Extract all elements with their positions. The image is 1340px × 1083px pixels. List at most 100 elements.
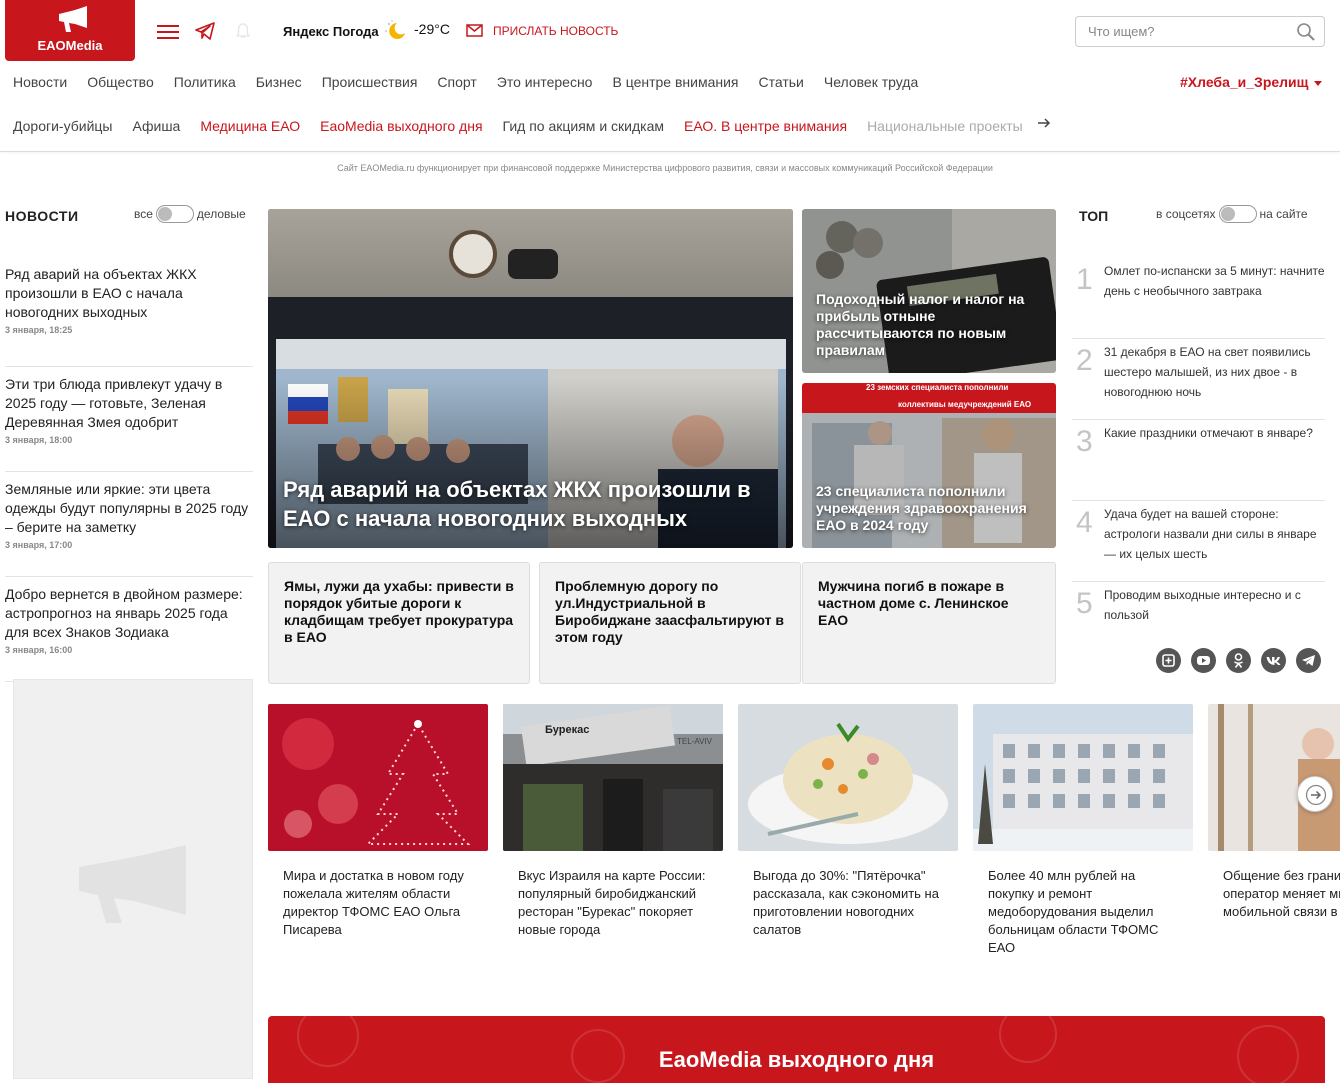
nav-item-national-projects[interactable]: Национальные проекты <box>867 118 1023 134</box>
top-rank: 1 <box>1076 263 1093 296</box>
odnoklassniki-icon[interactable] <box>1226 648 1251 673</box>
side-card-2-banner-bottom: коллективы медучреждений ЕАО <box>898 400 1032 409</box>
news-item-title: Эти три блюда привлекут удачу в 2025 год… <box>5 376 223 430</box>
carousel-card-title: Мира и достатка в новом году пожелала жи… <box>283 868 464 937</box>
list-item[interactable]: 1 Омлет по-испански за 5 минут: начните … <box>1072 258 1325 339</box>
toggle-switch[interactable] <box>1218 205 1257 223</box>
top-item-title: Удача будет на вашей стороне: астрологи … <box>1104 507 1317 561</box>
arrow-right-icon <box>1305 784 1327 806</box>
nav-item-weekend[interactable]: EaoMedia выходного дня <box>320 118 482 134</box>
vk-icon[interactable] <box>1261 648 1286 673</box>
side-card-2-headline: 23 специалиста пополнили учреждения здра… <box>816 483 1027 533</box>
hashtag-label: #Хлеба_и_Зрелищ <box>1180 74 1309 90</box>
banner-title: EaoMedia выходного дня <box>658 1047 935 1072</box>
toggle-label-site: на сайте <box>1259 207 1308 221</box>
carousel-next-button[interactable] <box>1297 776 1333 812</box>
weekend-banner[interactable]: EaoMedia выходного дня <box>268 1016 1325 1083</box>
top-rank: 4 <box>1076 506 1093 539</box>
restaurant-sign-city: TEL-AVIV <box>677 737 712 746</box>
secondary-nav: Дороги-убийцы Афиша Медицина ЕАО EaoMedi… <box>13 118 1023 134</box>
news-item-title: Ряд аварий на объектах ЖКХ произошли в Е… <box>5 266 197 320</box>
headline-card-1[interactable]: Ямы, лужи да ухабы: привести в порядок у… <box>268 562 530 684</box>
list-item[interactable]: Добро вернется в двойном размере: астроп… <box>5 577 253 682</box>
headline-card-3[interactable]: Мужчина погиб в пожаре в частном доме с.… <box>802 562 1056 684</box>
nav-item-sport[interactable]: Спорт <box>437 74 476 90</box>
carousel-card[interactable]: Общение без границ: сотовый оператор мен… <box>1208 704 1340 921</box>
toggle-switch[interactable] <box>155 205 194 223</box>
top-item-title: Проводим выходные интересно и с пользой <box>1104 588 1301 622</box>
megaphone-icon <box>59 6 87 32</box>
building-photo <box>973 704 1193 851</box>
carousel-card[interactable]: Бурекас TEL-AVIV Вкус Израиля на карте Р… <box>503 704 723 939</box>
news-item-title: Добро вернется в двойном размере: астроп… <box>5 586 243 640</box>
plus-circle-icon[interactable] <box>1156 648 1181 673</box>
top-item-title: Какие праздники отмечают в январе? <box>1104 426 1313 440</box>
carousel-card[interactable]: Мира и достатка в новом году пожелала жи… <box>268 704 488 939</box>
carousel-card-title: Более 40 млн рублей на покупку и ремонт … <box>988 868 1159 955</box>
search-icon[interactable] <box>1296 22 1316 42</box>
news-carousel: Мира и достатка в новом году пожелала жи… <box>268 704 1340 964</box>
list-item[interactable]: 4 Удача будет на вашей стороне: астролог… <box>1072 501 1325 582</box>
telegram-icon[interactable] <box>195 22 215 40</box>
feature-side-card-1[interactable]: Подоходный налог и налог на прибыль отны… <box>802 209 1056 373</box>
toggle-label-all: все <box>134 207 153 221</box>
restaurant-sign: Бурекас <box>545 724 590 736</box>
news-item-title: Земляные или яркие: эти цвета одежды буд… <box>5 481 249 535</box>
menu-burger-icon[interactable] <box>157 25 179 39</box>
nav-item-focus[interactable]: В центре внимания <box>612 74 738 90</box>
nav-item-business[interactable]: Бизнес <box>256 74 302 90</box>
list-item[interactable]: 2 31 декабря в ЕАО на свет появились шес… <box>1072 339 1325 420</box>
weather-temperature: -29°C <box>414 21 450 37</box>
search-input[interactable] <box>1088 17 1288 46</box>
news-filter-toggle[interactable]: все деловые <box>134 205 246 223</box>
nav-item-afisha[interactable]: Афиша <box>132 118 180 134</box>
nav-item-interesting[interactable]: Это интересно <box>497 74 593 90</box>
nav-item-medicine[interactable]: Медицина ЕАО <box>200 118 300 134</box>
telegram-icon[interactable] <box>1296 648 1321 673</box>
feature-headline: Ряд аварий на объектах ЖКХ произошли в Е… <box>283 477 751 531</box>
site-logo[interactable]: EAOMedia <box>5 0 135 61</box>
hashtag-dropdown[interactable]: #Хлеба_и_Зрелищ <box>1180 74 1323 90</box>
top-rank: 2 <box>1076 344 1093 377</box>
list-item[interactable]: 3 Какие праздники отмечают в январе? <box>1072 420 1325 501</box>
send-news-link[interactable]: ПРИСЛАТЬ НОВОСТЬ <box>493 24 618 38</box>
funding-notice: Сайт EAOMedia.ru функционирует при финан… <box>337 163 993 173</box>
bell-icon[interactable] <box>236 23 250 39</box>
youtube-icon[interactable] <box>1191 648 1216 673</box>
carousel-card[interactable]: Более 40 млн рублей на покупку и ремонт … <box>973 704 1193 957</box>
carousel-card[interactable]: Выгода до 30%: "Пятёрочка" рассказала, к… <box>738 704 958 939</box>
carousel-card-title: Вкус Израиля на карте России: популярный… <box>518 868 706 937</box>
list-item[interactable]: Ряд аварий на объектах ЖКХ произошли в Е… <box>5 262 253 367</box>
nav-item-incidents[interactable]: Происшествия <box>322 74 418 90</box>
carousel-card-title: Выгода до 30%: "Пятёрочка" рассказала, к… <box>753 868 939 937</box>
news-section-title: НОВОСТИ <box>5 208 79 224</box>
search-box <box>1075 16 1325 47</box>
mail-icon[interactable] <box>466 24 483 37</box>
weather-brand[interactable]: Яндекс Погода <box>283 24 379 39</box>
nav-item-labor[interactable]: Человек труда <box>824 74 918 90</box>
main-feature-card[interactable]: Ряд аварий на объектах ЖКХ произошли в Е… <box>268 209 793 548</box>
toggle-label-social: в соцсетях <box>1156 207 1216 221</box>
top-item-title: 31 декабря в ЕАО на свет появились шесте… <box>1104 345 1311 399</box>
headline-card-title: Проблемную дорогу по ул.Индустриальной в… <box>555 578 784 645</box>
list-item[interactable]: Земляные или яркие: эти цвета одежды буд… <box>5 472 253 577</box>
nav-item-deals[interactable]: Гид по акциям и скидкам <box>503 118 664 134</box>
nav-item-roads[interactable]: Дороги-убийцы <box>13 118 112 134</box>
social-links <box>1156 648 1321 673</box>
side-card-1-headline: Подоходный налог и налог на прибыль отны… <box>816 291 1025 358</box>
list-item[interactable]: Эти три блюда привлекут удачу в 2025 год… <box>5 367 253 472</box>
logo-text: EAOMedia <box>37 38 103 53</box>
nav-item-society[interactable]: Общество <box>87 74 154 90</box>
arrow-right-icon[interactable] <box>1036 115 1052 131</box>
nav-item-eao-focus[interactable]: ЕАО. В центре внимания <box>684 118 847 134</box>
nav-item-news[interactable]: Новости <box>13 74 67 90</box>
headline-card-2[interactable]: Проблемную дорогу по ул.Индустриальной в… <box>539 562 801 684</box>
nav-item-articles[interactable]: Статьи <box>759 74 804 90</box>
news-item-date: 3 января, 17:00 <box>5 540 73 550</box>
feature-side-card-2[interactable]: 23 земских специалиста пополнили коллект… <box>802 383 1056 548</box>
nav-item-politics[interactable]: Политика <box>174 74 236 90</box>
headline-card-title: Мужчина погиб в пожаре в частном доме с.… <box>818 578 1009 628</box>
top-rank: 3 <box>1076 425 1093 458</box>
top-filter-toggle[interactable]: в соцсетях на сайте <box>1156 205 1308 223</box>
primary-nav: Новости Общество Политика Бизнес Происше… <box>13 74 918 90</box>
